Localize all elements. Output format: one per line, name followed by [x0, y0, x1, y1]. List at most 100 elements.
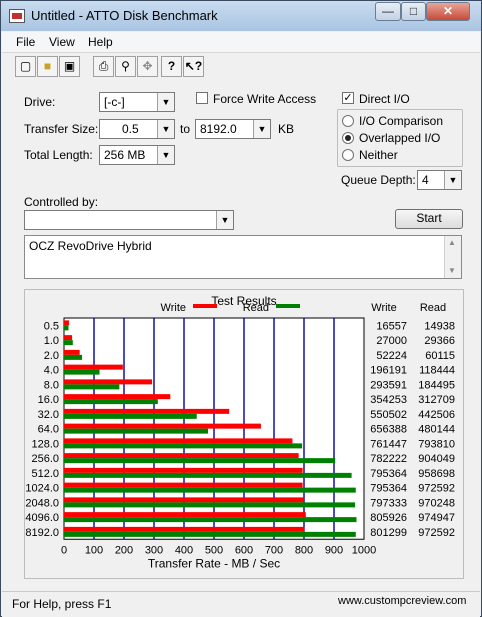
y-tick-label: 128.0 [31, 438, 59, 450]
write-bar [64, 320, 69, 326]
read-bar [64, 443, 303, 449]
column-header-read: Read [420, 302, 446, 314]
scroll-up-icon: ▲ [448, 238, 456, 247]
chevron-down-icon: ▼ [444, 171, 461, 189]
y-tick-label: 64.0 [38, 424, 59, 436]
read-bar [64, 502, 356, 508]
app-icon [9, 9, 25, 23]
chevron-down-icon: ▼ [253, 120, 270, 138]
x-tick-label: 900 [325, 544, 343, 556]
total-length-select[interactable]: 256 MB ▼ [99, 145, 175, 165]
read-value: 60115 [425, 350, 455, 362]
drive-value: [-c-] [104, 95, 125, 109]
write-value: 16557 [376, 320, 407, 332]
write-bar [64, 467, 303, 473]
move-icon[interactable]: ✥ [137, 56, 158, 77]
drive-select[interactable]: [-c-] ▼ [99, 92, 175, 112]
read-value: 974947 [418, 512, 455, 524]
read-bar [64, 354, 83, 360]
y-tick-label: 0.5 [44, 320, 59, 332]
menu-bar: File View Help [2, 32, 480, 53]
write-value: 656388 [370, 424, 407, 436]
write-value: 801299 [370, 527, 407, 539]
io-comparison-radio[interactable] [342, 115, 354, 127]
queue-depth-select[interactable]: 4 ▼ [417, 170, 462, 190]
title-bar: Untitled - ATTO Disk Benchmark — □ ✕ [1, 1, 481, 31]
read-bar [64, 428, 209, 434]
write-value: 797333 [370, 497, 407, 509]
write-bar [64, 364, 123, 370]
read-value: 958698 [418, 468, 455, 480]
write-value: 27000 [376, 335, 407, 347]
drive-label: Drive: [24, 95, 56, 109]
read-bar [64, 458, 336, 464]
print-preview-icon[interactable]: ⚲ [115, 56, 136, 77]
force-write-checkbox[interactable] [196, 92, 208, 104]
direct-io-checkbox[interactable]: ✓ [342, 92, 354, 104]
description-textarea[interactable]: OCZ RevoDrive Hybrid ▲ ▼ [24, 235, 462, 279]
x-tick-label: 600 [235, 544, 253, 556]
write-bar [64, 453, 299, 459]
x-tick-label: 0 [61, 544, 67, 556]
read-bar [64, 517, 357, 523]
transfer-from-value: 0.5 [122, 122, 139, 136]
read-value: 972592 [418, 483, 455, 495]
window-title: Untitled - ATTO Disk Benchmark [31, 8, 218, 23]
write-bar [64, 335, 73, 341]
scroll-down-icon: ▼ [448, 266, 456, 275]
total-length-label: Total Length: [24, 148, 93, 162]
x-tick-label: 800 [295, 544, 313, 556]
write-value: 782222 [370, 453, 407, 465]
read-bar [64, 399, 158, 405]
write-value: 795364 [370, 483, 407, 495]
read-bar [64, 340, 73, 346]
new-icon[interactable]: ▢ [15, 56, 36, 77]
y-tick-label: 32.0 [38, 409, 59, 421]
direct-io-label: Direct I/O [359, 92, 410, 106]
y-tick-label: 4096.0 [25, 512, 59, 524]
write-bar [64, 394, 171, 400]
force-write-label: Force Write Access [213, 92, 317, 106]
start-button[interactable]: Start [395, 209, 463, 229]
x-tick-label: 300 [145, 544, 163, 556]
write-value: 52224 [376, 350, 407, 362]
write-bar [64, 349, 80, 355]
read-bar [64, 487, 356, 493]
controlled-by-select[interactable]: ▼ [24, 210, 234, 230]
y-tick-label: 8192.0 [25, 527, 59, 539]
write-value: 293591 [370, 379, 407, 391]
test-results-panel: 0 100 200 300 400 500 600 700 800 900 1000 Test Res… [24, 289, 464, 579]
read-value: 312709 [418, 394, 455, 406]
print-icon[interactable]: ⎙ [93, 56, 114, 77]
help-icon[interactable]: ? [161, 56, 182, 77]
transfer-size-from-select[interactable]: 0.5 ▼ [99, 119, 175, 139]
read-bar [64, 384, 120, 390]
y-tick-label: 2048.0 [25, 497, 59, 509]
menu-help[interactable]: Help [88, 35, 113, 49]
y-tick-label: 4.0 [44, 365, 59, 377]
chevron-down-icon: ▼ [157, 93, 174, 111]
x-tick-label: 700 [265, 544, 283, 556]
read-bar [64, 325, 69, 331]
queue-depth-label: Queue Depth: [341, 173, 416, 187]
read-value: 29366 [424, 335, 455, 347]
menu-view[interactable]: View [49, 35, 75, 49]
transfer-size-to-select[interactable]: 8192.0 ▼ [195, 119, 271, 139]
maximize-button[interactable]: □ [401, 2, 426, 21]
minimize-button[interactable]: — [375, 2, 401, 21]
legend-write-label: Write [161, 302, 186, 314]
menu-file[interactable]: File [16, 35, 35, 49]
read-bar [64, 531, 356, 537]
status-bar: For Help, press F1 www.custompcreview.co… [2, 591, 480, 617]
open-icon[interactable]: ■ [37, 56, 58, 77]
x-tick-label: 500 [205, 544, 223, 556]
save-icon[interactable]: ▣ [59, 56, 80, 77]
context-help-icon[interactable]: ↖? [183, 56, 204, 77]
close-button[interactable]: ✕ [426, 2, 470, 21]
chevron-down-icon: ▼ [157, 120, 174, 138]
write-value: 550502 [370, 409, 407, 421]
overlapped-io-radio[interactable] [342, 132, 354, 144]
neither-radio[interactable] [342, 149, 354, 161]
description-scrollbar[interactable]: ▲ ▼ [444, 236, 461, 278]
read-value: 442506 [418, 409, 455, 421]
